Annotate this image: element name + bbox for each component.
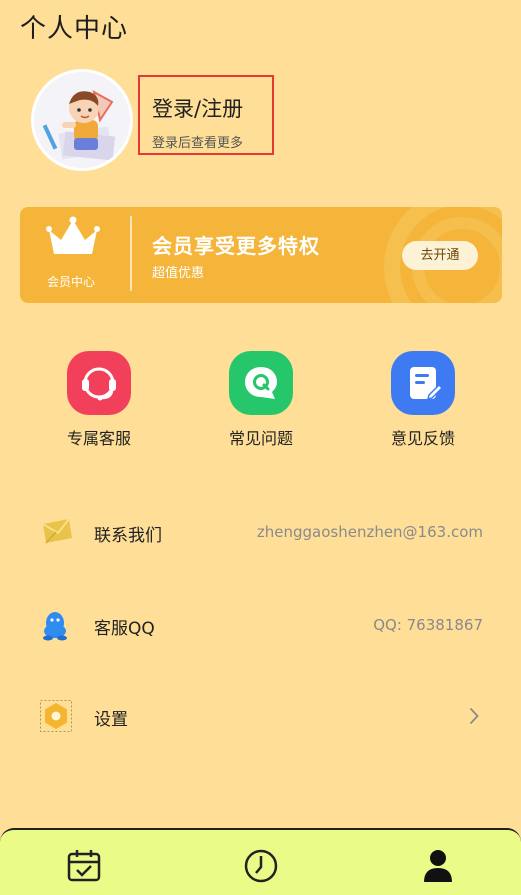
- vip-center-label: 会员中心: [47, 275, 96, 289]
- clock-icon[interactable]: [243, 848, 279, 884]
- menu-item-label: 客服QQ: [94, 619, 155, 639]
- headset-icon: [67, 351, 131, 415]
- activate-vip-button[interactable]: 去开通: [402, 241, 478, 270]
- bottom-tab-bar: [0, 828, 521, 895]
- vip-subtitle: 超值优惠: [152, 266, 205, 281]
- chevron-right-icon: [469, 707, 479, 725]
- menu-item-label: 设置: [94, 710, 128, 730]
- menu-item-label: 联系我们: [94, 526, 162, 546]
- login-register-link[interactable]: 登录/注册: [152, 93, 243, 123]
- quick-action-label: 常见问题: [228, 429, 293, 448]
- quick-action-label: 意见反馈: [390, 429, 455, 448]
- quick-action-service[interactable]: 专属客服: [54, 351, 144, 449]
- calendar-check-icon[interactable]: [66, 848, 102, 882]
- quick-action-label: 专属客服: [66, 429, 131, 448]
- qq-number: QQ: 76381867: [373, 616, 483, 634]
- vip-title: 会员享受更多特权: [152, 234, 320, 258]
- envelope-icon: [42, 518, 72, 544]
- vip-banner[interactable]: 会员中心 会员享受更多特权 超值优惠 去开通: [20, 207, 502, 303]
- login-hint: 登录后查看更多: [152, 136, 244, 151]
- quick-action-faq[interactable]: 常见问题: [216, 351, 306, 449]
- quick-action-feedback[interactable]: 意见反馈: [378, 351, 468, 449]
- qq-penguin-icon: [43, 612, 67, 641]
- menu-item-contact[interactable]: 联系我们 zhenggaoshenzhen@163.com: [0, 512, 521, 552]
- crown-icon: [46, 216, 100, 254]
- avatar[interactable]: [34, 72, 130, 168]
- user-icon[interactable]: [422, 848, 454, 884]
- feedback-doc-icon: [391, 351, 455, 415]
- vip-divider: [130, 216, 132, 291]
- menu-item-qq[interactable]: 客服QQ QQ: 76381867: [0, 605, 521, 645]
- question-chat-icon: [229, 351, 293, 415]
- page-title: 个人中心: [20, 14, 129, 44]
- contact-email: zhenggaoshenzhen@163.com: [256, 523, 483, 541]
- settings-hexagon-icon: [40, 700, 72, 732]
- menu-item-settings[interactable]: 设置: [0, 696, 521, 736]
